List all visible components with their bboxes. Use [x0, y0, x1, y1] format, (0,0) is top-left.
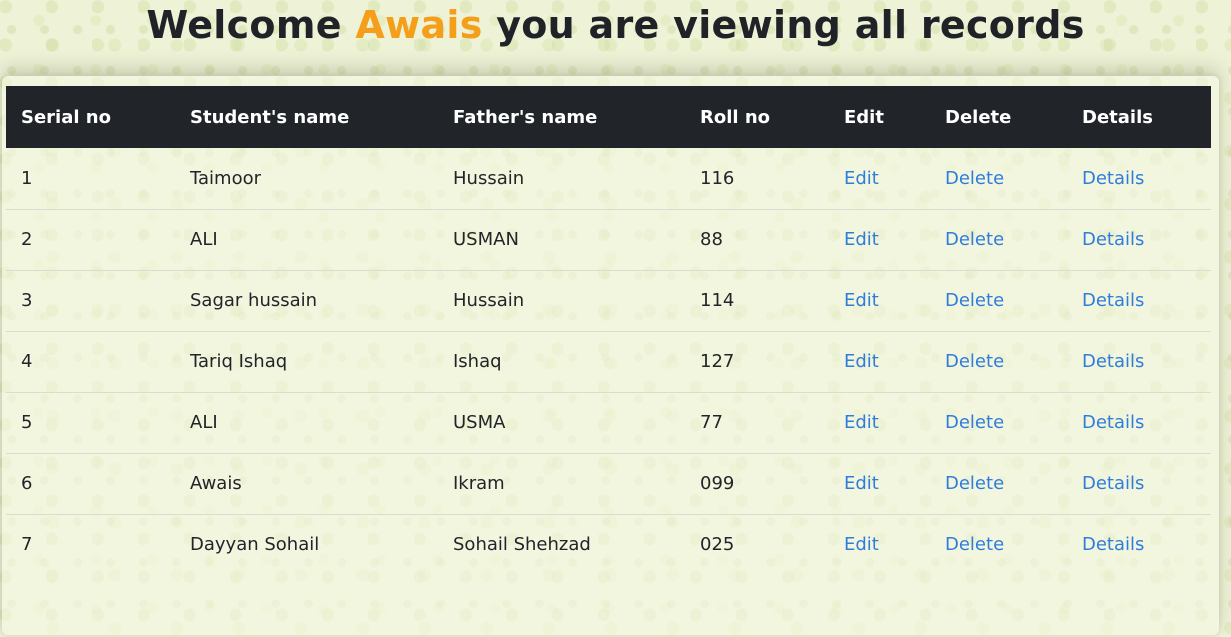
details-link[interactable]: Details — [1082, 534, 1144, 555]
delete-cell: Delete — [930, 209, 1067, 270]
serial-cell: 6 — [21, 473, 33, 494]
edit-link[interactable]: Edit — [844, 229, 879, 250]
roll-no-cell: 114 — [700, 290, 735, 311]
edit-cell: Edit — [829, 209, 930, 270]
edit-cell: Edit — [829, 514, 930, 575]
delete-cell: Delete — [930, 148, 1067, 209]
serial-cell: 5 — [21, 412, 33, 433]
records-table: Serial no Student's name Father's name R… — [6, 86, 1211, 575]
column-header-delete: Delete — [945, 106, 1012, 128]
father-name-cell: USMAN — [453, 229, 519, 250]
student-name-cell: Dayyan Sohail — [190, 534, 320, 556]
details-link[interactable]: Details — [1082, 229, 1144, 250]
edit-cell: Edit — [829, 453, 930, 514]
edit-link[interactable]: Edit — [844, 290, 879, 311]
details-cell: Details — [1067, 514, 1211, 575]
roll-no-cell: 88 — [700, 229, 723, 250]
details-cell: Details — [1067, 392, 1211, 453]
details-link[interactable]: Details — [1082, 473, 1144, 494]
edit-cell: Edit — [829, 392, 930, 453]
roll-no-cell: 099 — [700, 473, 735, 494]
table-header: Serial no Student's name Father's name R… — [6, 86, 1211, 148]
delete-cell: Delete — [930, 514, 1067, 575]
table-row: 6 Awais Ikram 099 Edit Delete Details — [6, 453, 1211, 514]
column-header-student-name: Student's name — [190, 106, 350, 128]
delete-link[interactable]: Delete — [945, 290, 1004, 311]
student-name-cell: ALI — [190, 229, 218, 250]
roll-no-cell: 025 — [700, 534, 735, 556]
table-row: 3 Sagar hussain Hussain 114 Edit Delete … — [6, 270, 1211, 331]
student-name-cell: Sagar hussain — [190, 290, 318, 311]
student-name-cell: Taimoor — [190, 167, 262, 189]
edit-cell: Edit — [829, 148, 930, 209]
father-name-cell: USMA — [453, 412, 506, 433]
student-name-cell: ALI — [190, 412, 218, 433]
father-name-cell: Hussain — [453, 290, 525, 311]
delete-cell: Delete — [930, 331, 1067, 392]
roll-no-cell: 116 — [700, 167, 735, 189]
table-row: 1 Taimoor Hussain 116 Edit Delete Detail… — [6, 148, 1211, 209]
serial-cell: 2 — [21, 229, 33, 250]
details-cell: Details — [1067, 331, 1211, 392]
student-name-cell: Tariq Ishaq — [190, 351, 288, 372]
details-link[interactable]: Details — [1082, 290, 1144, 311]
table-row: 4 Tariq Ishaq Ishaq 127 Edit Delete Deta… — [6, 331, 1211, 392]
edit-link[interactable]: Edit — [844, 168, 879, 189]
column-header-father-name: Father's name — [453, 106, 598, 128]
edit-link[interactable]: Edit — [844, 534, 879, 555]
page-title: Welcome Awais you are viewing all record… — [0, 2, 1231, 48]
serial-cell: 7 — [21, 534, 33, 556]
table-row: 7 Dayyan Sohail Sohail Shehzad 025 Edit … — [6, 514, 1211, 575]
details-cell: Details — [1067, 453, 1211, 514]
details-link[interactable]: Details — [1082, 168, 1144, 189]
serial-cell: 4 — [21, 351, 33, 372]
column-header-edit: Edit — [844, 106, 884, 128]
edit-cell: Edit — [829, 270, 930, 331]
delete-link[interactable]: Delete — [945, 473, 1004, 494]
serial-cell: 3 — [21, 290, 33, 311]
table-row: 5 ALI USMA 77 Edit Delete Details — [6, 392, 1211, 453]
delete-link[interactable]: Delete — [945, 229, 1004, 250]
column-header-roll-no: Roll no — [700, 106, 771, 128]
roll-no-cell: 127 — [700, 351, 735, 372]
details-link[interactable]: Details — [1082, 351, 1144, 372]
roll-no-cell: 77 — [700, 412, 723, 433]
edit-link[interactable]: Edit — [844, 351, 879, 372]
delete-link[interactable]: Delete — [945, 351, 1004, 372]
delete-link[interactable]: Delete — [945, 412, 1004, 433]
details-cell: Details — [1067, 209, 1211, 270]
title-prefix: Welcome — [146, 3, 342, 47]
column-header-details: Details — [1082, 106, 1153, 128]
father-name-cell: Hussain — [453, 167, 525, 189]
details-link[interactable]: Details — [1082, 412, 1144, 433]
student-name-cell: Awais — [190, 473, 242, 494]
father-name-cell: Ikram — [453, 473, 505, 494]
table-row: 2 ALI USMAN 88 Edit Delete Details — [6, 209, 1211, 270]
father-name-cell: Sohail Shehzad — [453, 534, 591, 556]
column-header-serial: Serial no — [21, 106, 111, 128]
delete-cell: Delete — [930, 453, 1067, 514]
title-user-name: Awais — [355, 3, 483, 47]
details-cell: Details — [1067, 148, 1211, 209]
title-suffix: you are viewing all records — [496, 3, 1085, 47]
details-cell: Details — [1067, 270, 1211, 331]
father-name-cell: Ishaq — [453, 351, 502, 372]
edit-cell: Edit — [829, 331, 930, 392]
delete-cell: Delete — [930, 392, 1067, 453]
delete-link[interactable]: Delete — [945, 168, 1004, 189]
table-header-row: Serial no Student's name Father's name R… — [6, 86, 1211, 148]
delete-cell: Delete — [930, 270, 1067, 331]
edit-link[interactable]: Edit — [844, 473, 879, 494]
edit-link[interactable]: Edit — [844, 412, 879, 433]
delete-link[interactable]: Delete — [945, 534, 1004, 555]
serial-cell: 1 — [21, 167, 33, 189]
table-body: 1 Taimoor Hussain 116 Edit Delete Detail… — [6, 148, 1211, 575]
